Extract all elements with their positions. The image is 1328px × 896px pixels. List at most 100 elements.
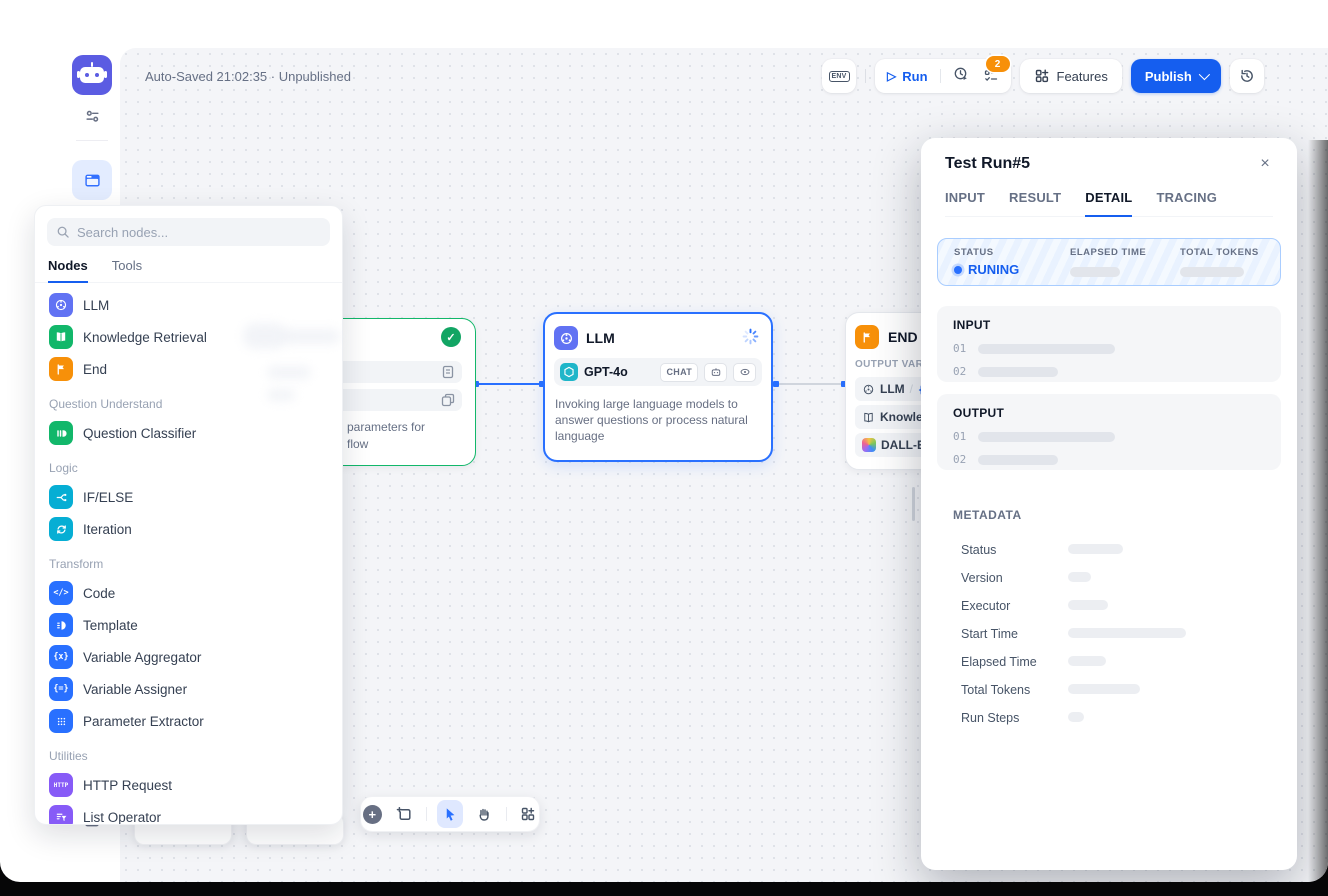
app-robot-icon[interactable] bbox=[72, 55, 112, 95]
variable-aggregator-icon: {x} bbox=[49, 645, 73, 669]
organize-layout-button[interactable] bbox=[517, 802, 539, 826]
output-card: OUTPUT 01 02 bbox=[937, 394, 1281, 470]
features-grid-icon bbox=[1034, 68, 1050, 84]
canvas-toolbar: + bbox=[360, 796, 540, 832]
status-label: STATUS bbox=[954, 247, 1070, 258]
vision-robot-badge bbox=[704, 363, 727, 382]
node-item-parameter-extractor[interactable]: Parameter Extractor bbox=[41, 705, 336, 737]
metadata-label: METADATA bbox=[953, 508, 1022, 522]
vision-eye-badge bbox=[733, 363, 756, 382]
node-item-template[interactable]: Template bbox=[41, 609, 336, 641]
window-icon bbox=[83, 171, 102, 190]
search-placeholder: Search nodes... bbox=[77, 225, 168, 240]
chat-mode-badge: CHAT bbox=[660, 363, 698, 382]
node-item-knowledge-retrieval[interactable]: Knowledge Retrieval bbox=[41, 321, 336, 353]
close-icon[interactable]: × bbox=[1253, 152, 1277, 176]
add-node-button[interactable]: + bbox=[361, 802, 383, 826]
publish-button[interactable]: Publish bbox=[1131, 59, 1221, 93]
elapsed-time-placeholder bbox=[1070, 267, 1120, 277]
workflow-tab-active[interactable] bbox=[72, 160, 112, 200]
node-item-http-request[interactable]: HTTP HTTP Request bbox=[41, 769, 336, 801]
paragraph-field-icon bbox=[440, 364, 456, 380]
node-item-iteration[interactable]: Iteration bbox=[41, 513, 336, 545]
run-button[interactable]: ▷ Run bbox=[887, 69, 928, 84]
llm-node[interactable]: LLM GPT-4o CHAT bbox=[543, 312, 773, 462]
play-icon: ▷ bbox=[887, 70, 896, 82]
node-item-question-classifier[interactable]: Question Classifier bbox=[41, 417, 336, 449]
input-label: INPUT bbox=[953, 318, 1265, 332]
output-placeholder bbox=[978, 455, 1058, 465]
node-picker-panel: Search nodes... Nodes Tools LLM Knowledg… bbox=[34, 205, 343, 825]
status-value: RUNING bbox=[954, 262, 1070, 277]
autosave-status: Auto-Saved 21:02:35 · Unpublished bbox=[145, 69, 351, 84]
hand-tool-button[interactable] bbox=[473, 802, 495, 826]
section-transform: Transform bbox=[41, 545, 336, 577]
env-variables-button[interactable]: ENV bbox=[822, 59, 856, 93]
chevron-down-icon bbox=[1199, 69, 1210, 80]
metadata-row: Status bbox=[961, 536, 1273, 564]
end-flag-icon bbox=[49, 357, 73, 381]
running-dot-icon bbox=[954, 266, 962, 274]
section-logic: Logic bbox=[41, 449, 336, 481]
if-else-icon bbox=[49, 485, 73, 509]
llm-node-description: Invoking large language models to answer… bbox=[555, 396, 763, 444]
model-selector[interactable]: GPT-4o CHAT bbox=[554, 358, 762, 386]
version-history-button[interactable] bbox=[1230, 59, 1264, 93]
input-card: INPUT 01 02 bbox=[937, 306, 1281, 382]
search-input[interactable]: Search nodes... bbox=[47, 218, 330, 246]
gpt4o-model-icon bbox=[560, 363, 578, 381]
output-label: OUTPUT bbox=[953, 406, 1265, 420]
template-icon bbox=[49, 613, 73, 637]
node-item-if-else[interactable]: IF/ELSE bbox=[41, 481, 336, 513]
code-icon: </> bbox=[49, 581, 73, 605]
edge-start-to-llm bbox=[475, 383, 543, 385]
status-card: STATUS RUNING ELAPSED TIME TOTAL TOKENS bbox=[937, 238, 1281, 286]
tab-detail[interactable]: DETAIL bbox=[1085, 190, 1132, 217]
llm-icon bbox=[49, 293, 73, 317]
node-item-variable-aggregator[interactable]: {x} Variable Aggregator bbox=[41, 641, 336, 673]
metadata-row: Run Steps bbox=[961, 704, 1273, 732]
features-button[interactable]: Features bbox=[1020, 59, 1122, 93]
tab-result[interactable]: RESULT bbox=[1009, 190, 1061, 216]
checklist-button[interactable]: 2 bbox=[983, 68, 999, 84]
dalle-icon bbox=[862, 438, 876, 452]
tab-nodes[interactable]: Nodes bbox=[48, 258, 88, 283]
node-item-list-operator[interactable]: List Operator bbox=[41, 801, 336, 825]
running-spinner-icon bbox=[742, 328, 759, 345]
tab-tracing[interactable]: TRACING bbox=[1156, 190, 1217, 216]
variable-assigner-icon: {=} bbox=[49, 677, 73, 701]
sliders-settings-icon[interactable] bbox=[80, 104, 104, 128]
input-placeholder bbox=[978, 344, 1115, 354]
metadata-row: Version bbox=[961, 564, 1273, 592]
search-icon bbox=[56, 225, 70, 239]
metadata-row: Elapsed Time bbox=[961, 648, 1273, 676]
node-item-end[interactable]: End bbox=[41, 353, 336, 385]
pointer-tool-button[interactable] bbox=[437, 800, 463, 828]
list-operator-icon bbox=[49, 805, 73, 825]
app-window: ✓ parameters for flow LLM bbox=[0, 0, 1328, 882]
section-question-understand: Question Understand bbox=[41, 385, 336, 417]
checklist-count-badge: 2 bbox=[986, 56, 1010, 72]
node-item-variable-assigner[interactable]: {=} Variable Assigner bbox=[41, 673, 336, 705]
node-item-llm[interactable]: LLM bbox=[41, 289, 336, 321]
copy-field-icon bbox=[440, 392, 456, 408]
tab-input[interactable]: INPUT bbox=[945, 190, 985, 216]
elapsed-time-label: ELAPSED TIME bbox=[1070, 247, 1180, 258]
llm-ref-icon bbox=[862, 383, 875, 396]
add-note-button[interactable] bbox=[393, 802, 415, 826]
knowledge-ref-icon bbox=[862, 411, 875, 424]
metadata-row: Total Tokens bbox=[961, 676, 1273, 704]
end-flag-icon bbox=[855, 325, 879, 349]
input-placeholder bbox=[978, 367, 1058, 377]
test-run-panel: Test Run#5 × INPUT RESULT DETAIL TRACING… bbox=[921, 138, 1297, 870]
knowledge-retrieval-icon bbox=[49, 325, 73, 349]
section-utilities: Utilities bbox=[41, 737, 336, 769]
run-history-button[interactable] bbox=[953, 66, 969, 87]
canvas-scrollbar[interactable] bbox=[912, 487, 915, 521]
node-item-code[interactable]: </> Code bbox=[41, 577, 336, 609]
llm-icon bbox=[554, 326, 578, 350]
metadata-row: Start Time bbox=[961, 620, 1273, 648]
tab-tools[interactable]: Tools bbox=[112, 258, 142, 282]
panel-title: Test Run#5 bbox=[945, 155, 1030, 173]
http-request-icon: HTTP bbox=[49, 773, 73, 797]
